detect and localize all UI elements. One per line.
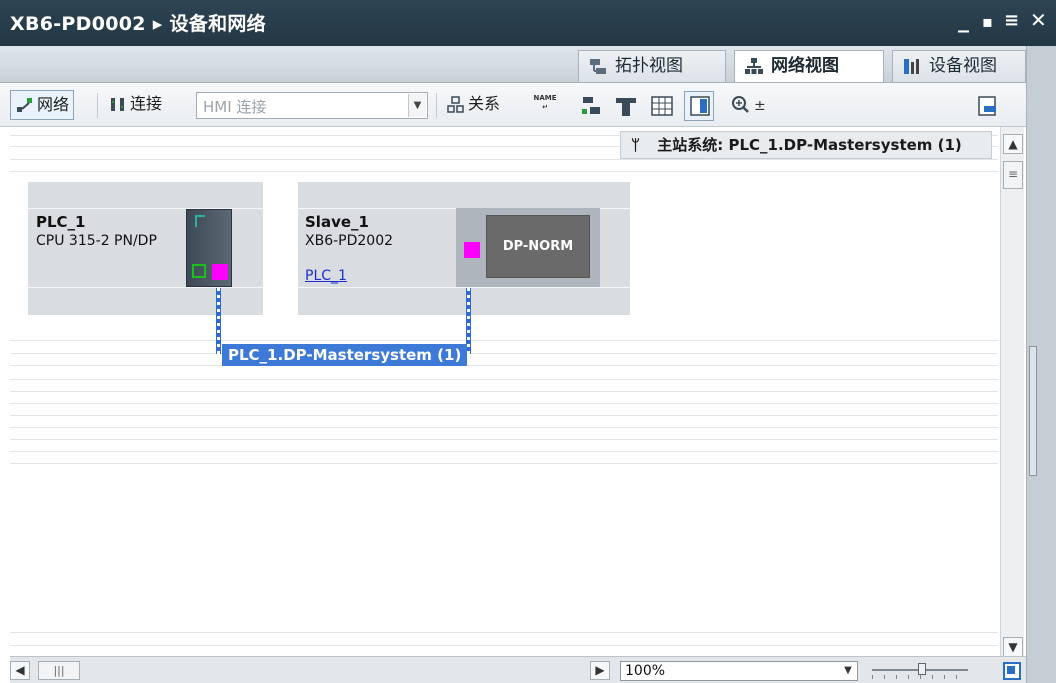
grid-line [10,415,998,416]
tab-label: 网络视图 [771,56,839,76]
network-mode-label: 网络 [37,95,70,114]
toolbar-separator [436,93,437,118]
grid-line [10,439,998,440]
connection-icon [111,98,124,111]
relations-button[interactable]: 关系 [442,90,500,120]
assigned-master-link[interactable]: PLC_1 [305,268,347,284]
network-view-icon [745,58,763,74]
profibus-dp-port[interactable] [464,242,480,258]
export-icon[interactable] [976,94,1000,118]
name-display-button[interactable]: NAME ↵ [532,94,558,118]
device-name[interactable]: Slave_1 [305,213,369,231]
grid-line [10,171,998,172]
scroll-up-icon[interactable]: ▲ [1003,134,1023,154]
dp-norm-label: DP-NORM [486,215,590,278]
grid-line [10,632,998,633]
grid-line [10,353,998,354]
network-icon [17,98,32,112]
task-panel-strip[interactable] [1026,46,1056,683]
grid-line [10,427,998,428]
tab-label: 拓扑视图 [615,56,683,76]
name-icon: NAME [533,94,557,102]
tab-topology-view[interactable]: 拓扑视图 [578,50,726,82]
scroll-right-icon[interactable]: ▶ [590,661,610,680]
chevron-down-icon[interactable]: ▼ [840,663,856,679]
pin-icon[interactable]: ᛘ [631,132,640,158]
zoom-value: 100% [625,663,666,679]
name-icon-arrow: ↵ [542,103,548,111]
toolbar-separator [97,93,98,118]
grid-line [10,379,998,380]
dp-bus-line[interactable] [216,288,221,354]
tab-label: 设备视图 [929,56,997,76]
close-button[interactable]: ✕ [1030,8,1047,32]
hmi-connection-select[interactable]: HMI 连接 ▼ [196,92,428,119]
device-type: CPU 315-2 PN/DP [36,233,157,249]
relations-label: 关系 [468,94,501,113]
chevron-down-icon[interactable]: ▼ [408,94,426,117]
grid-line [10,463,998,464]
zoom-select[interactable]: 100% ▼ [620,661,858,681]
relations-icon [447,96,464,113]
grid-line [10,403,998,404]
restore-button[interactable]: ▪ [982,12,993,31]
panel-grip[interactable] [1029,346,1037,476]
device-band [298,287,630,288]
grid-line [10,391,998,392]
scroll-left-icon[interactable]: ◀ [10,661,30,680]
horizontal-scroll-thumb[interactable]: ||| [38,661,80,680]
svg-text:±: ± [754,98,766,114]
menu-button[interactable]: ≡ [1004,10,1019,31]
tab-network-view[interactable]: 网络视图 [734,50,884,82]
overview-toggle-button[interactable] [684,91,714,121]
status-led [195,215,197,227]
master-system-label: 主站系统: [657,136,724,154]
hmi-connection-value: HMI 连接 [203,98,267,116]
scroll-thumb[interactable]: ≡ [1003,161,1023,189]
scroll-down-icon[interactable]: ▼ [1003,637,1023,657]
grid-line [10,159,998,160]
device-band [28,287,263,288]
grid-line [10,645,998,646]
zoom-in-icon[interactable]: ± [730,94,770,118]
title-bar: XB6-PD0002 ▸ 设备和网络 _ ▪ ≡ ✕ [0,0,1056,46]
overview-panel-icon [690,96,710,116]
overview-navigator-icon[interactable] [1002,661,1022,681]
master-system-value: PLC_1.DP-Mastersystem (1) [728,136,962,154]
master-system-tooltip[interactable]: ᛘ 主站系统: PLC_1.DP-Mastersystem (1) [620,131,992,159]
vertical-scrollbar[interactable]: ▲ ≡ ▼ [1000,127,1024,657]
grid-line [10,340,998,341]
show-addresses-icon[interactable] [580,94,604,118]
device-type: XB6-PD2002 [305,233,394,249]
connect-mode-button[interactable]: 连接 [104,90,162,120]
dp-master-system-label[interactable]: PLC_1.DP-Mastersystem (1) [222,344,468,366]
table-view-icon[interactable] [650,94,674,118]
grid-line [10,451,998,452]
tab-device-view[interactable]: 设备视图 [892,50,1026,82]
profibus-dp-port[interactable] [212,264,228,280]
network-mode-button[interactable]: 网络 [10,90,75,120]
status-bar: ◀ ||| ▶ 100% ▼ [10,656,1026,683]
zoom-slider-ticks [872,675,968,679]
connect-mode-label: 连接 [130,94,163,113]
device-view-icon [904,59,919,74]
window-title: XB6-PD0002 ▸ 设备和网络 [10,13,266,35]
horizontal-scrollbar[interactable]: ||| [38,661,598,680]
topology-view-icon [590,59,606,74]
device-module-icon[interactable] [614,94,638,118]
minimize-button[interactable]: _ [958,8,969,33]
device-name[interactable]: PLC_1 [36,213,86,231]
zoom-slider-knob[interactable] [918,663,926,675]
grid-line [10,365,998,366]
profinet-port[interactable] [192,264,206,278]
view-tabs: 拓扑视图 网络视图 设备视图 [0,46,1056,83]
